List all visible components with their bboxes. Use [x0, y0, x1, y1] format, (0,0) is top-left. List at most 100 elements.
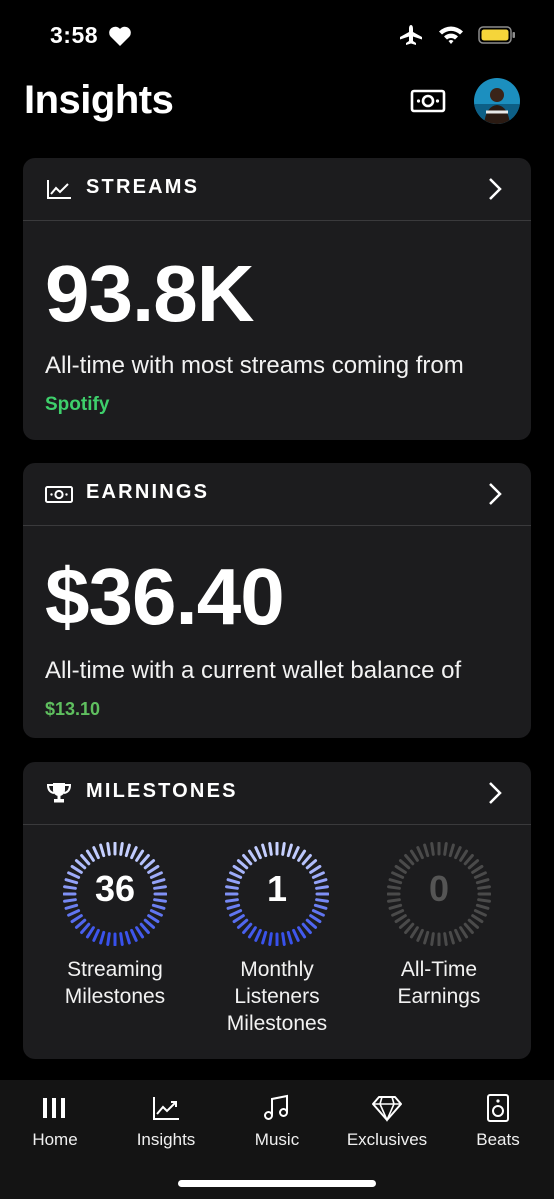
- ring-tick: [459, 926, 469, 939]
- ring-tick: [394, 914, 407, 924]
- milestone-value: 1: [266, 868, 288, 909]
- milestones-card[interactable]: MILESTONES 36 Streaming Milestones 1 Mon…: [23, 762, 531, 1059]
- ring-tick: [130, 846, 138, 860]
- ring-tick: [305, 918, 318, 929]
- ring-tick: [254, 928, 262, 942]
- wallet-money-icon[interactable]: [410, 88, 446, 114]
- ring-tick: [416, 846, 424, 860]
- ring-tick: [416, 928, 424, 942]
- earnings-card-header[interactable]: EARNINGS: [23, 463, 531, 526]
- ring-tick: [130, 928, 138, 942]
- ring-tick: [80, 853, 91, 866]
- ring-tick: [473, 909, 487, 917]
- diamond-icon: [372, 1096, 402, 1122]
- ring-tick: [281, 842, 286, 856]
- milestone-value: 36: [94, 868, 136, 909]
- ring-tick: [261, 843, 268, 858]
- nav-label: Insights: [136, 1130, 196, 1149]
- ring-tick: [149, 909, 163, 917]
- airplane-icon: [400, 25, 422, 45]
- ring-tick: [430, 932, 435, 946]
- ring-tick: [106, 842, 111, 856]
- milestone-label-line: Milestones: [226, 1012, 328, 1035]
- milestones-card-header[interactable]: MILESTONES: [23, 762, 531, 825]
- streams-source: Spotify: [45, 394, 110, 415]
- streams-description: All-time with most streams coming from S…: [45, 347, 513, 423]
- nav-label: Beats: [476, 1130, 520, 1149]
- ring-tick: [143, 918, 156, 929]
- ring-tick: [135, 926, 145, 939]
- ring-tick: [92, 846, 100, 860]
- nav-music[interactable]: Music: [222, 1094, 332, 1150]
- ring-tick: [268, 932, 273, 946]
- ring-tick: [80, 922, 91, 935]
- nav-insights[interactable]: Insights: [111, 1094, 221, 1150]
- ring-tick: [261, 930, 268, 945]
- page-title: Insights: [24, 78, 174, 122]
- nav-exclusives[interactable]: Exclusives: [332, 1094, 442, 1150]
- milestone-streaming[interactable]: 36 Streaming Milestones: [35, 842, 195, 1010]
- earnings-description: All-time with a current wallet balance o…: [45, 652, 521, 728]
- ring-tick: [443, 842, 448, 856]
- earnings-card[interactable]: EARNINGS $36.40 All-time with a current …: [23, 463, 531, 738]
- nav-label: Home: [32, 1130, 78, 1149]
- ring-tick: [286, 843, 293, 858]
- ring-tick: [398, 918, 411, 929]
- wallet-balance: $13.10: [45, 699, 101, 719]
- ring-tick: [391, 909, 405, 917]
- ring-tick: [85, 926, 95, 939]
- nav-beats[interactable]: Beats: [443, 1094, 553, 1150]
- chevron-right-icon[interactable]: [487, 780, 503, 806]
- chevron-right-icon[interactable]: [487, 481, 503, 507]
- ring-tick: [147, 914, 160, 924]
- ring-tick: [467, 859, 480, 870]
- ring-tick: [454, 928, 462, 942]
- milestone-label-line: Milestones: [64, 985, 166, 1008]
- chevron-right-icon[interactable]: [487, 176, 503, 202]
- nav-home[interactable]: Home: [0, 1094, 110, 1150]
- milestone-value: 0: [428, 868, 450, 909]
- ring-tick: [305, 859, 318, 870]
- ring-tick: [443, 932, 448, 946]
- milestone-label-line: Earnings: [397, 985, 481, 1008]
- streams-value: 93.8K: [45, 249, 254, 338]
- ring-tick: [242, 922, 253, 935]
- milestone-label-line: Listeners: [234, 985, 320, 1008]
- ring-tick: [398, 859, 411, 870]
- trophy-icon: [46, 783, 72, 803]
- ring-tick: [448, 843, 455, 858]
- ring-tick: [430, 842, 435, 856]
- ring-tick: [119, 932, 124, 946]
- ring-tick: [99, 843, 106, 858]
- ring-tick: [92, 928, 100, 942]
- ring-tick: [448, 930, 455, 945]
- avatar[interactable]: [474, 78, 520, 124]
- ring-tick: [232, 914, 245, 924]
- ring-tick: [74, 859, 87, 870]
- ring-tick: [286, 930, 293, 945]
- ring-tick: [247, 926, 257, 939]
- status-time: 3:58: [50, 22, 99, 48]
- streams-desc-text: All-time with most streams coming from: [45, 352, 464, 379]
- earnings-title: EARNINGS: [86, 481, 210, 503]
- ring-tick: [454, 846, 462, 860]
- ring-tick: [70, 914, 83, 924]
- ring-tick: [124, 843, 131, 858]
- ring-tick: [106, 932, 111, 946]
- milestone-all-time-earnings[interactable]: 0 All-Time Earnings: [359, 842, 519, 1010]
- status-icons: [398, 24, 516, 46]
- ring-tick: [463, 922, 474, 935]
- ring-tick: [311, 909, 325, 917]
- ring-tick: [301, 922, 312, 935]
- line-chart-icon: [47, 180, 71, 199]
- milestone-label: Monthly Listeners Milestones: [197, 956, 357, 1037]
- streams-card-header[interactable]: STREAMS: [23, 158, 531, 221]
- milestone-label: All-Time Earnings: [359, 956, 519, 1010]
- ring-tick: [74, 918, 87, 929]
- streams-card[interactable]: STREAMS 93.8K All-time with most streams…: [23, 158, 531, 440]
- milestone-monthly-listeners[interactable]: 1 Monthly Listeners Milestones: [197, 842, 357, 1037]
- ring-tick: [229, 909, 243, 917]
- milestone-label-line: Monthly: [240, 958, 314, 981]
- ring-tick: [139, 922, 150, 935]
- speaker-icon: [487, 1094, 509, 1122]
